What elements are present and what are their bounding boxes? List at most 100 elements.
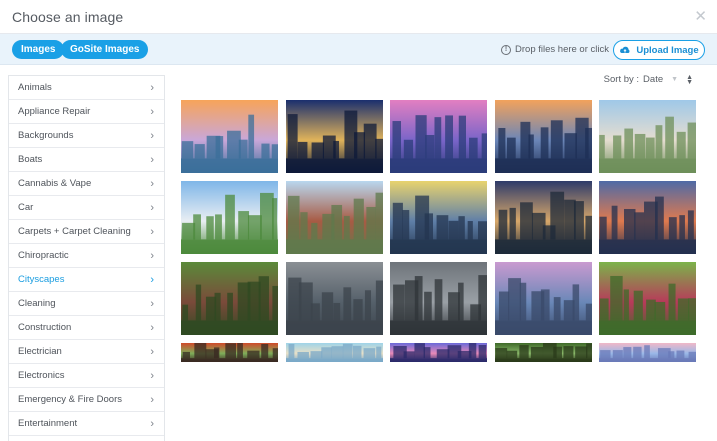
sidebar-item-appliance-repair[interactable]: Appliance Repair › <box>9 100 164 124</box>
sidebar-item-label: Cleaning <box>18 298 56 309</box>
image-source-toolbar: Images GoSite Images ! Drop files here o… <box>0 34 717 65</box>
chevron-right-icon: › <box>150 369 154 382</box>
image-scene <box>390 115 487 173</box>
image-scene <box>599 275 696 335</box>
gallery-image-intersection-top-down[interactable] <box>390 262 487 335</box>
image-scene <box>181 114 278 173</box>
sidebar-item-carpets-carpet-cleaning[interactable]: Carpets + Carpet Cleaning › <box>9 220 164 244</box>
sidebar-item-animals[interactable]: Animals › <box>9 76 164 100</box>
sidebar-item-label: Cannabis & Vape <box>18 178 92 189</box>
category-sidebar: Animals › Appliance Repair › Backgrounds › Boa… <box>8 75 165 441</box>
gallery-image-brownstone-trees[interactable] <box>181 262 278 335</box>
gallery-image-tower-lake-sunset[interactable] <box>494 181 592 254</box>
sidebar-item-label: Cityscapes <box>18 274 65 285</box>
gallery-image-highway-light-trails[interactable] <box>599 181 696 254</box>
modal-header: Choose an image ✕ <box>0 0 717 34</box>
image-scene <box>181 192 278 254</box>
image-scene <box>599 116 696 173</box>
chevron-right-icon: › <box>150 225 154 238</box>
sidebar-item-backgrounds[interactable]: Backgrounds › <box>9 124 164 148</box>
sidebar-item-cannabis-vape[interactable]: Cannabis & Vape › <box>9 172 164 196</box>
upload-image-label: Upload Image <box>636 44 699 56</box>
gallery-image-street-sign-trees[interactable] <box>599 262 696 335</box>
image-scene <box>285 277 383 335</box>
sidebar-item-label: Appliance Repair <box>18 106 91 117</box>
close-icon[interactable]: ✕ <box>694 7 707 25</box>
chevron-right-icon: › <box>150 249 154 262</box>
sort-direction-icon[interactable]: ▲ ▼ <box>686 74 693 86</box>
image-scene <box>390 275 487 335</box>
gallery-image-street-palm-trees[interactable] <box>599 100 696 173</box>
image-scene <box>285 343 383 362</box>
upload-image-button[interactable]: Upload Image <box>613 40 705 60</box>
image-scene <box>494 191 592 254</box>
chevron-right-icon: › <box>150 393 154 406</box>
sidebar-item-label: Emergency & Fire Doors <box>18 394 123 405</box>
sidebar-item-cityscapes[interactable]: Cityscapes › <box>9 268 164 292</box>
image-scene <box>390 343 487 362</box>
sidebar-item-electrician[interactable]: Electrician › <box>9 340 164 364</box>
sidebar-item-entertainment[interactable]: Entertainment › <box>9 412 164 436</box>
sidebar-item-cleaning[interactable]: Cleaning › <box>9 292 164 316</box>
chevron-right-icon: › <box>150 201 154 214</box>
drop-hint-text: Drop files here or click <box>515 44 609 55</box>
sidebar-item-label: Carpets + Carpet Cleaning <box>18 226 131 237</box>
drop-hint: ! Drop files here or click <box>501 44 609 55</box>
gallery-image-bridge-night[interactable] <box>494 100 592 173</box>
chevron-right-icon: › <box>150 177 154 190</box>
sidebar-item-label: Animals <box>18 82 52 93</box>
gallery-image-coastal-skyline[interactable] <box>285 343 383 362</box>
sidebar-item-car[interactable]: Car › <box>9 196 164 220</box>
gallery-image-pastel-skyline[interactable] <box>599 343 696 362</box>
tab-images[interactable]: Images <box>12 40 65 59</box>
sidebar-item-label: Electronics <box>18 370 65 381</box>
sidebar-item-label: Car <box>18 202 34 213</box>
chevron-right-icon: › <box>150 297 154 310</box>
gallery-image-skyline-pink-sunset[interactable] <box>390 100 487 173</box>
gallery-image-forest-street[interactable] <box>494 343 592 362</box>
sidebar-item-label: Construction <box>18 322 72 333</box>
gallery-image-skyline-dusk-river[interactable] <box>181 100 278 173</box>
gallery-image-brick-main-street[interactable] <box>285 181 383 254</box>
image-scene <box>599 196 696 254</box>
gallery-image-skyline-night-lights[interactable] <box>285 100 383 173</box>
image-scene <box>390 195 487 254</box>
sidebar-item-label: Backgrounds <box>18 130 74 141</box>
image-scene <box>181 343 278 362</box>
chevron-right-icon: › <box>150 321 154 334</box>
sidebar-item-chiropractic[interactable]: Chiropractic › <box>9 244 164 268</box>
modal-title: Choose an image <box>12 9 124 25</box>
gallery-image-brick-rowhouses[interactable] <box>181 343 278 362</box>
image-scene <box>599 345 696 362</box>
sidebar-item-label: Boats <box>18 154 43 165</box>
sidebar-item-emergency-fire-doors[interactable]: Emergency & Fire Doors › <box>9 388 164 412</box>
image-scene <box>494 117 592 173</box>
gallery-image-riverfront-evening[interactable] <box>494 262 592 335</box>
sidebar-item-electronics[interactable]: Electronics › <box>9 364 164 388</box>
sidebar-item-label: Electrician <box>18 346 62 357</box>
image-scene <box>494 278 592 335</box>
image-scene <box>494 343 592 362</box>
sidebar-item-construction[interactable]: Construction › <box>9 316 164 340</box>
image-gallery <box>181 100 701 441</box>
sort-control[interactable]: Sort by : Date ▼ ▲ ▼ <box>603 74 693 86</box>
sidebar-item-label: Chiropractic <box>18 250 69 261</box>
chevron-right-icon: › <box>150 345 154 358</box>
sort-label: Sort by : <box>603 74 640 85</box>
gallery-image-aerial-green-city[interactable] <box>181 181 278 254</box>
chevron-right-icon: › <box>150 105 154 118</box>
image-scene <box>285 110 383 173</box>
chevron-right-icon: › <box>150 81 154 94</box>
info-icon: ! <box>501 44 512 55</box>
cloud-upload-icon <box>620 46 630 53</box>
sidebar-item-label: Entertainment <box>18 418 78 429</box>
chevron-right-icon: › <box>150 417 154 430</box>
tab-gosite-images[interactable]: GoSite Images <box>61 40 149 59</box>
chevron-right-icon: › <box>150 129 154 142</box>
dropdown-caret-icon: ▼ <box>671 76 679 83</box>
gallery-image-downtown-towers-aerial[interactable] <box>390 181 487 254</box>
gallery-image-aerial-office-blocks[interactable] <box>285 262 383 335</box>
chevron-right-icon: › <box>150 273 154 286</box>
sidebar-item-boats[interactable]: Boats › <box>9 148 164 172</box>
gallery-image-purple-skyline[interactable] <box>390 343 487 362</box>
